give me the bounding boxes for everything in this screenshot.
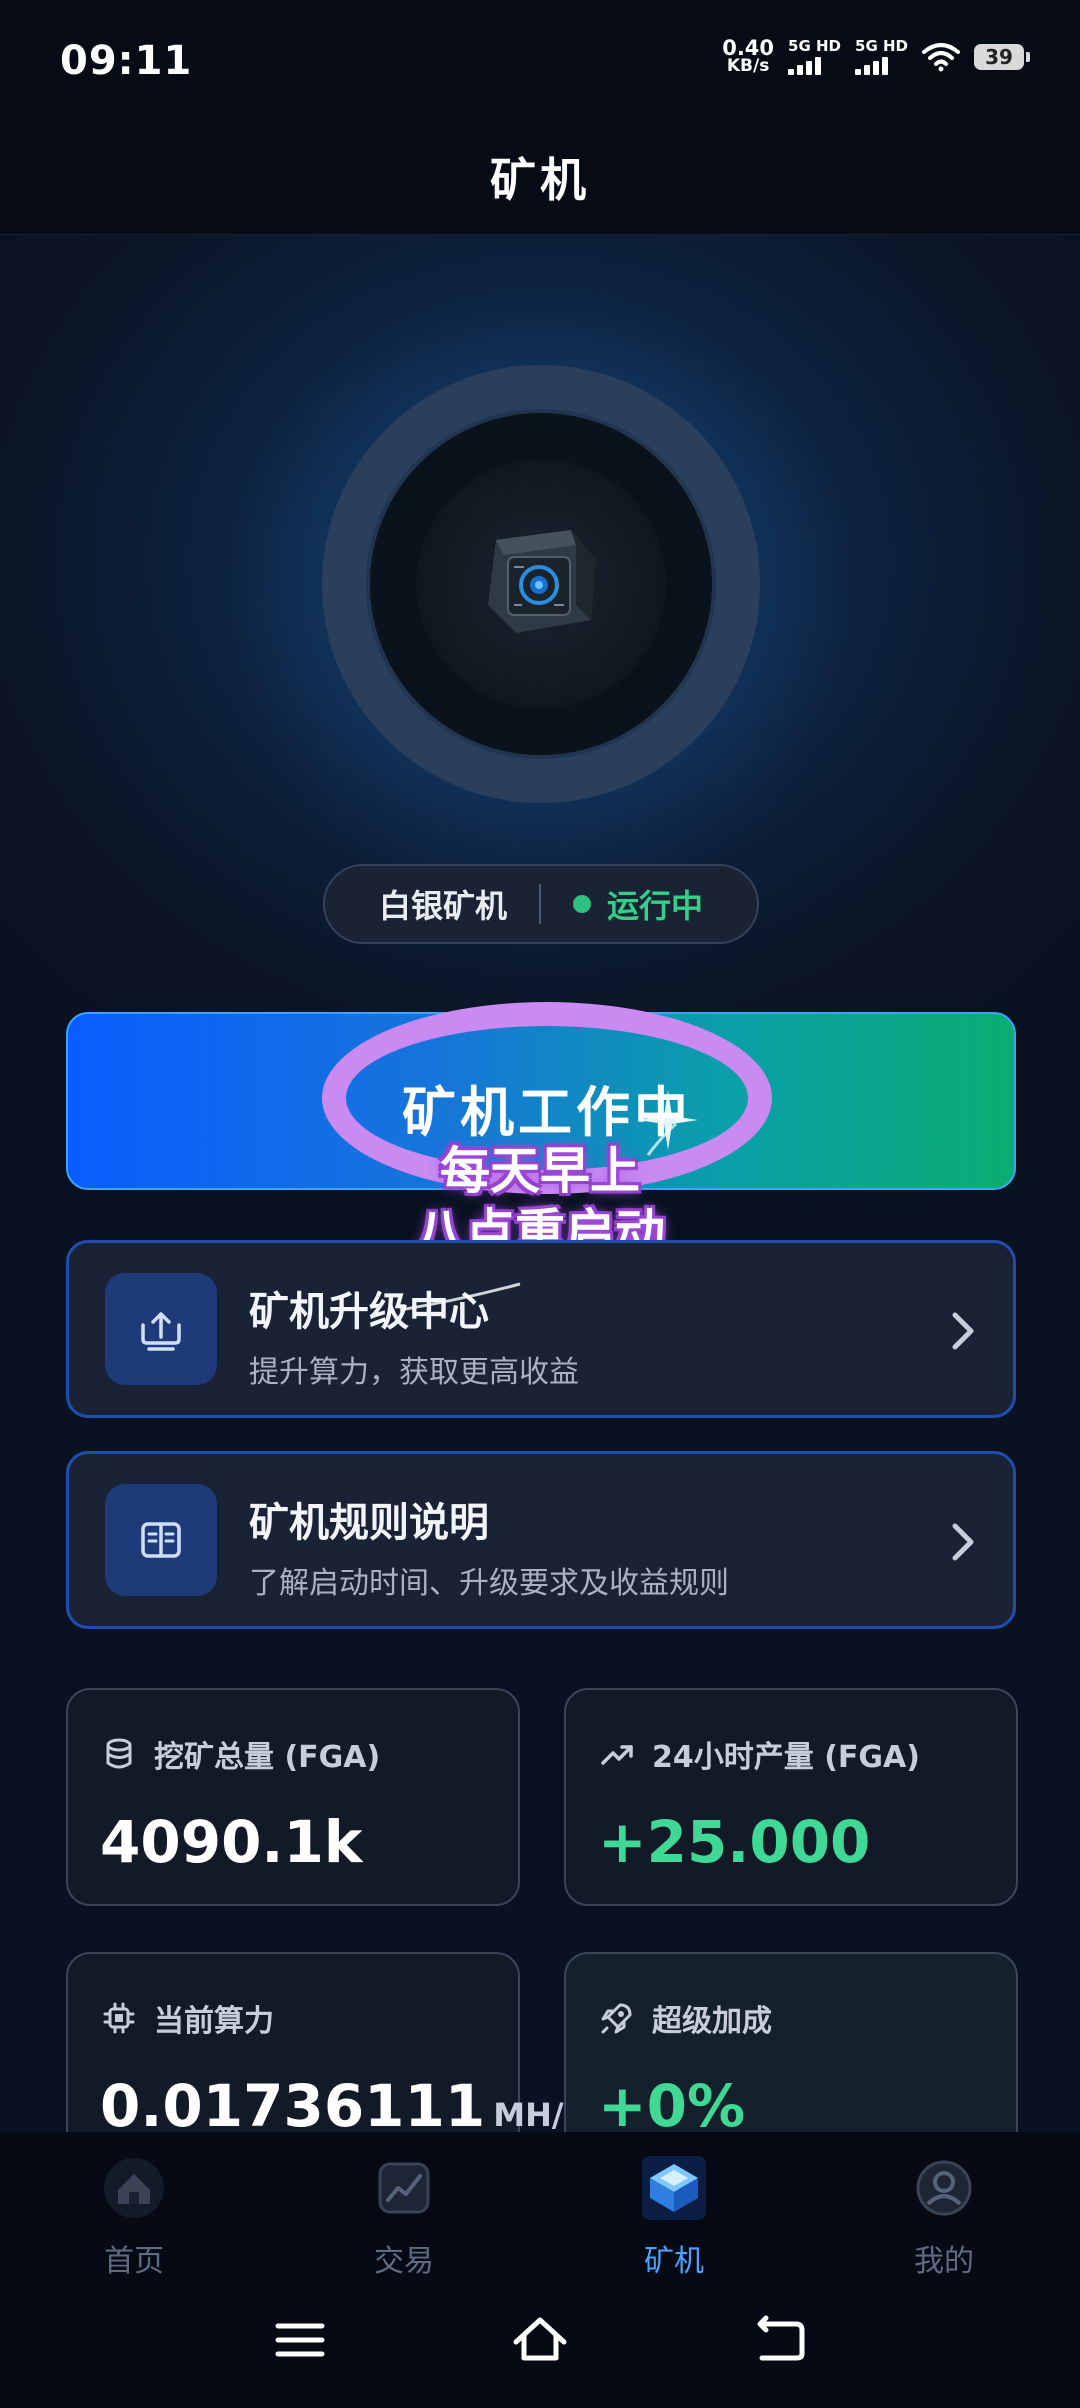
sim1-label: 5G HD: [788, 37, 842, 55]
rules-title: 矿机规则说明: [249, 1500, 489, 1546]
decorative-streak: [399, 1282, 521, 1312]
stat-24h-output-value: +25.000: [598, 1808, 871, 1876]
stat-hashrate-value: 0.01736111: [100, 2072, 486, 2140]
annotation-line-1: 每天早上: [440, 1142, 640, 1200]
miner-screen: 09:11 0.40 KB/s 5G HD 5G HD 39 矿机 白银矿机 运…: [0, 0, 1080, 2408]
stat-super-bonus-value: +0%: [598, 2072, 746, 2140]
trending-up-icon: [601, 1745, 633, 1765]
upload-icon: [105, 1273, 217, 1385]
miner-cube-icon: [642, 2156, 706, 2220]
upgrade-center-card[interactable]: 矿机升级中心 提升算力，获取更高收益: [66, 1240, 1016, 1418]
upgrade-center-subtitle: 提升算力，获取更高收益: [249, 1355, 579, 1390]
page-title: 矿机: [490, 153, 590, 207]
database-icon: [106, 1738, 132, 1769]
stat-total-mined-label: 挖矿总量 (FGA): [154, 1740, 381, 1775]
back-icon[interactable]: [750, 2310, 810, 2370]
status-icons: 0.40 KB/s 5G HD 5G HD 39: [722, 35, 1030, 76]
chevron-right-icon: [952, 1523, 974, 1561]
miner-status-pill: 白银矿机 运行中: [323, 864, 759, 944]
sim2-signal-icon: 5G HD: [855, 38, 908, 75]
rules-subtitle: 了解启动时间、升级要求及收益规则: [249, 1566, 729, 1601]
network-speed-unit: KB/s: [726, 55, 770, 76]
miner-chip-icon: [488, 530, 596, 633]
miner-name: 白银矿机: [378, 887, 507, 925]
stat-total-mined: 挖矿总量 (FGA) 4090.1k: [66, 1688, 520, 1906]
home-button-icon[interactable]: [510, 2310, 570, 2370]
stat-hashrate-value-row: 0.01736111 MH/s: [100, 2072, 583, 2140]
user-icon: [916, 2160, 972, 2216]
nav-miner-label: 矿机: [644, 2244, 704, 2279]
book-icon: [105, 1484, 217, 1596]
stat-hashrate-label: 当前算力: [154, 2004, 274, 2039]
nav-home-label: 首页: [104, 2244, 164, 2279]
network-speed: 0.40 KB/s: [722, 35, 775, 76]
nav-miner[interactable]: 矿机: [604, 2150, 744, 2280]
nav-home[interactable]: 首页: [64, 2150, 204, 2280]
stat-total-mined-value: 4090.1k: [100, 1808, 363, 1876]
nav-profile[interactable]: 我的: [874, 2150, 1014, 2280]
stat-24h-output-label: 24小时产量 (FGA): [652, 1740, 920, 1775]
wifi-icon: [922, 42, 960, 71]
page-header: 矿机: [0, 120, 1080, 235]
rocket-icon: [601, 2003, 632, 2034]
nav-profile-label: 我的: [914, 2244, 974, 2279]
nav-trade-label: 交易: [374, 2244, 434, 2279]
chevron-right-icon: [952, 1312, 974, 1350]
stat-super-bonus-label: 超级加成: [652, 2004, 772, 2039]
menu-icon[interactable]: [270, 2310, 330, 2370]
status-bar: 09:11 0.40 KB/s 5G HD 5G HD 39: [0, 0, 1080, 120]
status-time: 09:11: [60, 38, 193, 84]
miner-status: 运行中: [607, 887, 704, 925]
rules-card[interactable]: 矿机规则说明 了解启动时间、升级要求及收益规则: [66, 1451, 1016, 1629]
sim2-label: 5G HD: [855, 37, 908, 55]
pill-divider: [539, 884, 541, 924]
battery-icon: 39: [974, 43, 1030, 70]
stat-24h-output: 24小时产量 (FGA) +25.000: [564, 1688, 1018, 1906]
sim1-signal-icon: 5G HD: [788, 38, 841, 75]
network-speed-value: 0.40: [722, 35, 775, 60]
cpu-icon: [103, 2002, 135, 2034]
nav-trade[interactable]: 交易: [334, 2150, 474, 2280]
battery-level: 39: [985, 44, 1013, 69]
running-dot-icon: [573, 895, 591, 913]
chart-icon: [378, 2162, 430, 2214]
home-icon: [104, 2158, 164, 2218]
